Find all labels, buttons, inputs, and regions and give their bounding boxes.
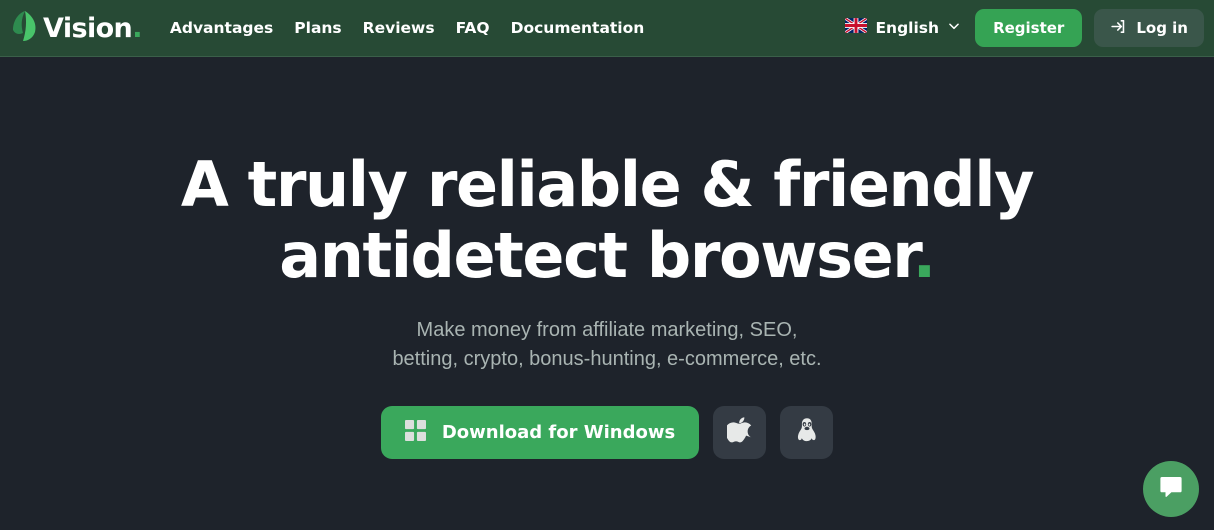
subtitle-line-2: betting, crypto, bonus-hunting, e-commer… bbox=[392, 348, 822, 370]
apple-icon bbox=[724, 417, 753, 448]
language-selector[interactable]: English bbox=[843, 14, 963, 42]
page-title: A truly reliable & friendly antidetect b… bbox=[147, 149, 1067, 291]
chevron-down-icon bbox=[947, 19, 961, 38]
headline-line-1: A truly reliable & friendly bbox=[180, 148, 1035, 221]
register-button[interactable]: Register bbox=[975, 9, 1083, 47]
landing-page: Vision. Advantages Plans Reviews FAQ Doc… bbox=[0, 0, 1214, 530]
register-label: Register bbox=[993, 19, 1065, 37]
nav-link-documentation[interactable]: Documentation bbox=[511, 19, 645, 37]
windows-icon bbox=[404, 419, 426, 446]
language-label: English bbox=[875, 19, 940, 37]
nav-link-advantages[interactable]: Advantages bbox=[170, 19, 273, 37]
main-nav: Advantages Plans Reviews FAQ Documentati… bbox=[170, 19, 644, 37]
hero-section: A truly reliable & friendly antidetect b… bbox=[0, 57, 1214, 530]
download-windows-button[interactable]: Download for Windows bbox=[380, 406, 700, 459]
login-label: Log in bbox=[1136, 19, 1188, 37]
login-button[interactable]: Log in bbox=[1094, 9, 1204, 47]
site-header: Vision. Advantages Plans Reviews FAQ Doc… bbox=[0, 0, 1214, 57]
chat-bubble-icon bbox=[1158, 474, 1184, 505]
nav-link-faq[interactable]: FAQ bbox=[456, 19, 490, 37]
nav-link-reviews[interactable]: Reviews bbox=[363, 19, 435, 37]
leaf-logo-icon bbox=[10, 10, 40, 47]
brand-logo[interactable]: Vision. bbox=[10, 10, 142, 47]
hero-subtitle: Make money from affiliate marketing, SEO… bbox=[257, 316, 957, 374]
uk-flag-icon bbox=[844, 16, 869, 38]
download-linux-button[interactable] bbox=[780, 406, 834, 459]
download-macos-button[interactable] bbox=[713, 406, 767, 459]
linux-penguin-icon bbox=[794, 417, 820, 448]
chat-widget-button[interactable] bbox=[1143, 461, 1199, 517]
login-arrow-icon bbox=[1110, 18, 1127, 39]
brand-name: Vision. bbox=[43, 12, 142, 44]
header-actions: English Register Log in bbox=[843, 9, 1204, 47]
download-windows-label: Download for Windows bbox=[441, 422, 676, 443]
headline-line-2: antidetect browser bbox=[279, 219, 914, 292]
subtitle-line-1: Make money from affiliate marketing, SEO… bbox=[416, 319, 798, 341]
brand-dot: . bbox=[132, 12, 142, 44]
nav-link-plans[interactable]: Plans bbox=[294, 19, 341, 37]
cta-button-row: Download for Windows bbox=[380, 406, 834, 459]
headline-accent-dot: . bbox=[912, 219, 937, 292]
